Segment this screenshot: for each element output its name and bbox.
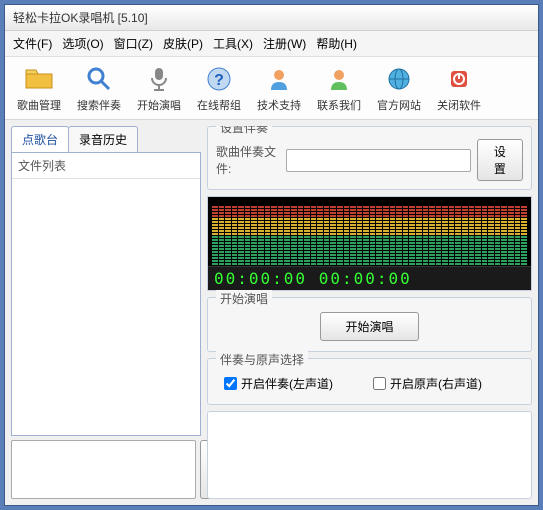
tool-label: 开始演唱 — [137, 97, 181, 113]
tab-record-history[interactable]: 录音历史 — [68, 126, 138, 152]
tool-contact-us[interactable]: 联系我们 — [311, 61, 367, 115]
app-window: 轻松卡拉OK录唱机 [5.10] 文件(F) 选项(O) 窗口(Z) 皮肤(P)… — [4, 4, 539, 506]
tool-label: 搜索伴奏 — [77, 97, 121, 113]
tab-song-select[interactable]: 点歌台 — [11, 126, 69, 152]
accomp-file-label: 歌曲伴奏文件: — [216, 143, 280, 177]
question-icon: ? — [203, 63, 235, 95]
tool-tech-support[interactable]: 技术支持 — [251, 61, 307, 115]
set-accomp-button[interactable]: 设置 — [477, 139, 523, 181]
contact-icon — [323, 63, 355, 95]
tool-close-app[interactable]: 关闭软件 — [431, 61, 487, 115]
menu-help[interactable]: 帮助(H) — [312, 33, 361, 54]
menu-bar: 文件(F) 选项(O) 窗口(Z) 皮肤(P) 工具(X) 注册(W) 帮助(H… — [5, 31, 538, 57]
check-original-right[interactable]: 开启原声(右声道) — [373, 375, 482, 392]
group-title: 伴奏与原声选择 — [216, 351, 308, 368]
globe-icon — [383, 63, 415, 95]
tool-online-help[interactable]: ? 在线帮组 — [191, 61, 247, 115]
svg-text:?: ? — [214, 72, 224, 89]
tool-website[interactable]: 官方网站 — [371, 61, 427, 115]
checkbox-left-channel[interactable] — [224, 377, 237, 390]
magnifier-icon — [83, 63, 115, 95]
title-bar: 轻松卡拉OK录唱机 [5.10] — [5, 5, 538, 31]
start-sing-button[interactable]: 开始演唱 — [320, 312, 418, 341]
group-start-sing: 开始演唱 开始演唱 — [207, 297, 532, 352]
check-label: 开启伴奏(左声道) — [241, 375, 333, 392]
checkbox-right-channel[interactable] — [373, 377, 386, 390]
spectrum-bars — [208, 197, 531, 266]
right-panel: 设置伴奏 歌曲伴奏文件: 设置 00:00:00 00:00:00 开始演唱 开… — [207, 126, 532, 499]
menu-options[interactable]: 选项(O) — [58, 33, 107, 54]
file-list[interactable] — [12, 178, 200, 435]
accomp-file-input[interactable] — [286, 149, 471, 172]
group-title: 设置伴奏 — [216, 126, 272, 136]
tool-label: 官方网站 — [377, 97, 421, 113]
output-area — [207, 411, 532, 499]
tool-start-sing[interactable]: 开始演唱 — [131, 61, 187, 115]
tool-label: 技术支持 — [257, 97, 301, 113]
menu-tools[interactable]: 工具(X) — [209, 33, 257, 54]
folder-icon — [23, 63, 55, 95]
group-set-accomp: 设置伴奏 歌曲伴奏文件: 设置 — [207, 126, 532, 190]
timer-display: 00:00:00 00:00:00 — [208, 266, 531, 290]
group-title: 开始演唱 — [216, 290, 272, 307]
audio-visualizer: 00:00:00 00:00:00 — [207, 196, 532, 291]
file-list-panel: 文件列表 — [11, 152, 201, 436]
tool-label: 联系我们 — [317, 97, 361, 113]
tool-label: 关闭软件 — [437, 97, 481, 113]
menu-file[interactable]: 文件(F) — [9, 33, 56, 54]
main-area: 点歌台 录音历史 文件列表 搜伴奏 设置伴奏 歌曲伴奏文件: 设置 — [5, 120, 538, 505]
tool-song-manage[interactable]: 歌曲管理 — [11, 61, 67, 115]
tool-label: 在线帮组 — [197, 97, 241, 113]
support-icon — [263, 63, 295, 95]
search-input[interactable] — [11, 440, 196, 499]
file-list-label: 文件列表 — [12, 153, 200, 178]
tool-label: 歌曲管理 — [17, 97, 61, 113]
toolbar: 歌曲管理 搜索伴奏 开始演唱 ? 在线帮组 技术支持 联系我们 官方网站 关闭软 — [5, 57, 538, 120]
search-row: 搜伴奏 — [11, 436, 201, 499]
microphone-icon — [143, 63, 175, 95]
left-panel: 点歌台 录音历史 文件列表 搜伴奏 — [11, 126, 201, 499]
power-icon — [443, 63, 475, 95]
tabs: 点歌台 录音历史 — [11, 126, 201, 152]
tool-search-accomp[interactable]: 搜索伴奏 — [71, 61, 127, 115]
check-label: 开启原声(右声道) — [390, 375, 482, 392]
menu-register[interactable]: 注册(W) — [259, 33, 310, 54]
menu-window[interactable]: 窗口(Z) — [110, 33, 157, 54]
window-title: 轻松卡拉OK录唱机 [5.10] — [13, 11, 148, 25]
menu-skin[interactable]: 皮肤(P) — [159, 33, 207, 54]
check-accomp-left[interactable]: 开启伴奏(左声道) — [224, 375, 333, 392]
group-channel-select: 伴奏与原声选择 开启伴奏(左声道) 开启原声(右声道) — [207, 358, 532, 405]
